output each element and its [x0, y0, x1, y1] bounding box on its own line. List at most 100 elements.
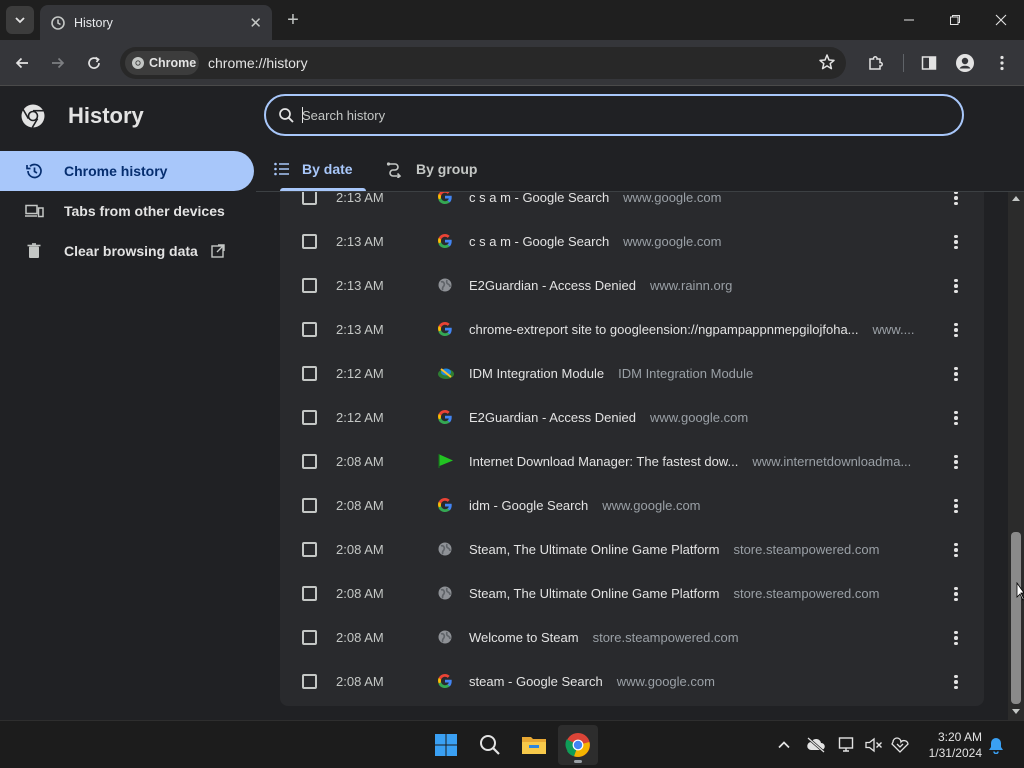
- entry-title[interactable]: IDM Integration Module: [469, 366, 604, 381]
- site-chip[interactable]: Chrome: [125, 51, 199, 75]
- row-menu-button[interactable]: [946, 672, 966, 692]
- history-row[interactable]: 2:13 AM chrome-extreport site to googleen…: [280, 308, 984, 352]
- entry-title[interactable]: c s a m - Google Search: [469, 192, 609, 205]
- tab-by-group[interactable]: By group: [386, 148, 477, 190]
- row-checkbox[interactable]: [302, 674, 317, 689]
- entry-title[interactable]: E2Guardian - Access Denied: [469, 278, 636, 293]
- row-checkbox[interactable]: [302, 498, 317, 513]
- row-checkbox[interactable]: [302, 454, 317, 469]
- tab-by-date[interactable]: By date: [274, 148, 353, 190]
- history-row[interactable]: 2:08 AM Steam, The Ultimate Online Game P…: [280, 528, 984, 572]
- url-text[interactable]: chrome://history: [208, 55, 308, 71]
- close-window-button[interactable]: [978, 0, 1024, 40]
- entry-text[interactable]: c s a m - Google Search www.google.com: [469, 234, 721, 249]
- entry-text[interactable]: idm - Google Search www.google.com: [469, 498, 701, 513]
- history-search-box[interactable]: [264, 94, 964, 136]
- address-bar[interactable]: Chrome chrome://history: [120, 47, 846, 79]
- row-menu-button[interactable]: [946, 192, 966, 208]
- history-row[interactable]: 2:13 AM E2Guardian - Access Denied www.rai…: [280, 264, 984, 308]
- entry-text[interactable]: steam - Google Search www.google.com: [469, 674, 715, 689]
- scroll-down-arrow[interactable]: [1012, 709, 1020, 714]
- row-checkbox[interactable]: [302, 542, 317, 557]
- row-checkbox[interactable]: [302, 192, 317, 205]
- history-row[interactable]: 2:08 AM idm - Google Search www.google.com: [280, 484, 984, 528]
- history-row[interactable]: 2:08 AM Internet Download Manager: The fa…: [280, 440, 984, 484]
- history-row[interactable]: 2:08 AM Steam, The Ultimate Online Game P…: [280, 572, 984, 616]
- back-button[interactable]: [10, 51, 34, 75]
- sidebar-item-chrome-history[interactable]: Chrome history: [0, 151, 254, 191]
- bookmark-star-icon[interactable]: [818, 53, 836, 76]
- row-menu-button[interactable]: [946, 496, 966, 516]
- taskbar-search-button[interactable]: [470, 725, 510, 765]
- minimize-button[interactable]: [886, 0, 932, 40]
- entry-title[interactable]: Welcome to Steam: [469, 630, 579, 645]
- entry-title[interactable]: c s a m - Google Search: [469, 234, 609, 249]
- taskbar-clock[interactable]: 3:20 AM 1/31/2024: [912, 729, 982, 761]
- sidebar-item-clear-browsing-data[interactable]: Clear browsing data: [0, 231, 254, 271]
- row-menu-button[interactable]: [946, 364, 966, 384]
- side-panel-button[interactable]: [917, 51, 941, 75]
- row-menu-button[interactable]: [946, 320, 966, 340]
- row-menu-button[interactable]: [946, 540, 966, 560]
- restore-button[interactable]: [932, 0, 978, 40]
- entry-text[interactable]: Steam, The Ultimate Online Game Platform…: [469, 542, 879, 557]
- row-checkbox[interactable]: [302, 630, 317, 645]
- close-tab-icon[interactable]: ✕: [249, 14, 262, 32]
- file-explorer-button[interactable]: [514, 725, 554, 765]
- row-menu-button[interactable]: [946, 408, 966, 428]
- forward-button[interactable]: [46, 51, 70, 75]
- entry-title[interactable]: idm - Google Search: [469, 498, 588, 513]
- row-checkbox[interactable]: [302, 278, 317, 293]
- onedrive-offline-icon[interactable]: [806, 735, 826, 755]
- history-row[interactable]: 2:08 AM steam - Google Search www.google.c…: [280, 660, 984, 704]
- page-scrollbar[interactable]: [1008, 192, 1024, 720]
- chrome-taskbar-button[interactable]: [558, 725, 598, 765]
- entry-title[interactable]: Internet Download Manager: The fastest d…: [469, 454, 738, 469]
- entry-text[interactable]: Steam, The Ultimate Online Game Platform…: [469, 586, 879, 601]
- history-row[interactable]: 2:08 AM Welcome to Steam store.steampowere…: [280, 616, 984, 660]
- notifications-bell-icon[interactable]: [986, 735, 1006, 755]
- row-menu-button[interactable]: [946, 584, 966, 604]
- row-checkbox[interactable]: [302, 586, 317, 601]
- entry-title[interactable]: E2Guardian - Access Denied: [469, 410, 636, 425]
- scroll-thumb[interactable]: [1011, 532, 1021, 704]
- entry-text[interactable]: c s a m - Google Search www.google.com: [469, 192, 721, 205]
- row-menu-button[interactable]: [946, 276, 966, 296]
- reload-button[interactable]: [82, 51, 106, 75]
- tab-search-button[interactable]: [6, 6, 34, 34]
- entry-title[interactable]: steam - Google Search: [469, 674, 603, 689]
- row-menu-button[interactable]: [946, 232, 966, 252]
- entry-text[interactable]: E2Guardian - Access Denied www.google.com: [469, 410, 748, 425]
- entry-text[interactable]: Internet Download Manager: The fastest d…: [469, 454, 911, 469]
- entry-title[interactable]: chrome-extreport site to googleension://…: [469, 322, 859, 337]
- menu-button[interactable]: [990, 51, 1014, 75]
- extensions-button[interactable]: [864, 51, 888, 75]
- start-button[interactable]: [426, 725, 466, 765]
- profile-button[interactable]: [953, 51, 977, 75]
- entry-title[interactable]: Steam, The Ultimate Online Game Platform: [469, 542, 719, 557]
- new-tab-button[interactable]: +: [282, 8, 304, 32]
- history-row[interactable]: 2:13 AM c s a m - Google Search www.google…: [280, 192, 984, 220]
- history-row[interactable]: 2:12 AM IDM Integration Module IDM Integra…: [280, 352, 984, 396]
- history-row[interactable]: 2:12 AM E2Guardian - Access Denied www.goo…: [280, 396, 984, 440]
- row-checkbox[interactable]: [302, 366, 317, 381]
- entry-text[interactable]: IDM Integration Module IDM Integration Mo…: [469, 366, 753, 381]
- history-row[interactable]: 2:13 AM c s a m - Google Search www.google…: [280, 220, 984, 264]
- row-menu-button[interactable]: [946, 452, 966, 472]
- search-input[interactable]: [302, 104, 942, 126]
- show-hidden-icons-button[interactable]: [774, 735, 794, 755]
- row-checkbox[interactable]: [302, 410, 317, 425]
- entry-title[interactable]: Steam, The Ultimate Online Game Platform: [469, 586, 719, 601]
- row-checkbox[interactable]: [302, 322, 317, 337]
- row-checkbox[interactable]: [302, 234, 317, 249]
- network-icon[interactable]: [838, 735, 858, 755]
- row-menu-button[interactable]: [946, 628, 966, 648]
- sidebar-item-tabs-other-devices[interactable]: Tabs from other devices: [0, 191, 254, 231]
- browser-tab-history[interactable]: History ✕: [40, 5, 272, 40]
- battery-saver-icon[interactable]: [890, 735, 910, 755]
- entry-text[interactable]: Welcome to Steam store.steampowered.com: [469, 630, 739, 645]
- entry-text[interactable]: chrome-extreport site to googleension://…: [469, 322, 914, 337]
- entry-text[interactable]: E2Guardian - Access Denied www.rainn.org: [469, 278, 732, 293]
- scroll-up-arrow[interactable]: [1012, 196, 1020, 201]
- volume-muted-icon[interactable]: [864, 735, 884, 755]
